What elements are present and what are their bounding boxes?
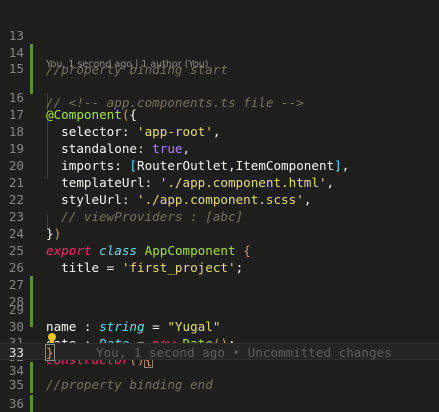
code-line-26[interactable]: 26 <box>0 242 439 293</box>
code-line-21[interactable]: 21 styleUrl: './app.component.scss', <box>0 157 439 207</box>
code-line-22[interactable]: 22 // viewProviders : [abc] <box>0 174 439 224</box>
line-number: 36 <box>8 396 24 411</box>
inline-blame-annotation[interactable]: You, 1 second ago • Uncommitted changes <box>96 344 392 361</box>
code-text: } <box>45 344 55 361</box>
code-line-19[interactable]: 19 imports: [RouterOutlet,ItemComponent]… <box>0 123 439 173</box>
line-number: 35 <box>8 377 24 392</box>
code-line-18[interactable]: 18 standalone: true, <box>0 106 439 156</box>
code-line-29[interactable]: 29 name : string = "Yugal" <box>0 284 439 334</box>
code-line-16[interactable]: 16 @Component({ <box>0 72 439 122</box>
code-line-17[interactable]: 17 selector: 'app-root', <box>0 89 439 139</box>
line-number: 33 <box>8 345 24 360</box>
code-text: //property binding end <box>46 377 213 392</box>
code-line-30[interactable]: 30 date : Date = new Date(); <box>0 301 439 351</box>
codelens-author-info[interactable]: You, 1 second ago | 1 author (You) <box>46 58 208 72</box>
code-line-14[interactable]: 14 <box>0 27 439 78</box>
code-line-13[interactable]: 13 //property binding start <box>0 10 439 77</box>
git-modified-indicator[interactable] <box>30 376 33 393</box>
code-line-35[interactable]: 35 //property binding end <box>0 376 439 393</box>
code-line-36[interactable]: 36 <box>0 395 439 412</box>
code-line-20[interactable]: 20 templateUrl: './app.component.html', <box>0 140 439 190</box>
code-line-27[interactable]: 27 <box>0 259 439 310</box>
code-line-23[interactable]: 23 }) <box>0 191 439 241</box>
code-line-24[interactable]: 24 export class AppComponent { <box>0 208 439 258</box>
code-line-25[interactable]: 25 title = 'first_project'; <box>0 225 439 275</box>
git-modified-indicator[interactable] <box>30 395 33 412</box>
code-line-33[interactable]: 33} You, 1 second ago • Uncommitted chang… <box>0 343 439 361</box>
code-editor[interactable]: 13 //property binding start 14 15 // <!-… <box>0 0 439 412</box>
